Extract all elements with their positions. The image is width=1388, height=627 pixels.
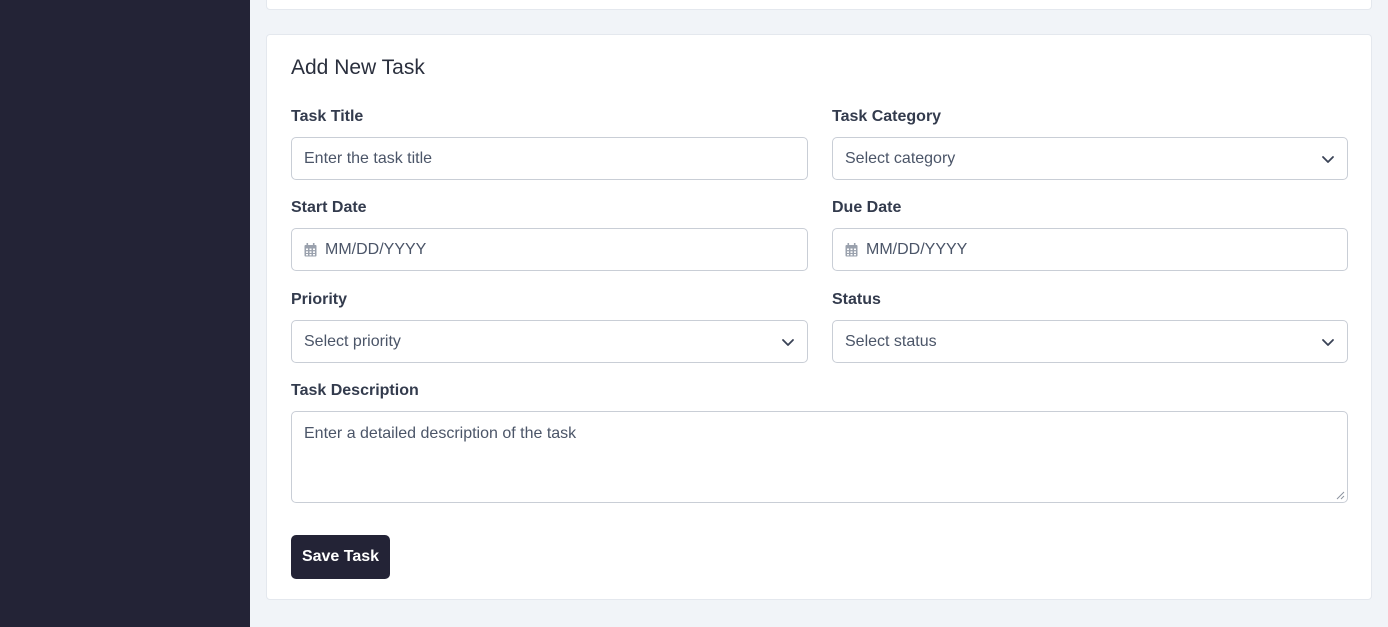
task-title-placeholder: Enter the task title bbox=[304, 149, 433, 167]
add-task-card: Add New Task Task Title Enter the task t… bbox=[266, 34, 1372, 600]
chevron-down-icon bbox=[782, 339, 794, 346]
priority-value: Select priority bbox=[304, 332, 401, 350]
task-category-select[interactable]: Select category bbox=[832, 137, 1348, 180]
task-category-value: Select category bbox=[845, 149, 956, 167]
priority-label: Priority bbox=[291, 291, 348, 308]
status-label: Status bbox=[832, 291, 881, 308]
previous-card bbox=[266, 0, 1372, 10]
calendar-icon bbox=[845, 242, 858, 256]
task-description-textarea[interactable]: Enter a detailed description of the task bbox=[291, 411, 1348, 503]
main-content: Add New Task Task Title Enter the task t… bbox=[250, 0, 1388, 627]
start-date-placeholder: MM/DD/YYYY bbox=[325, 240, 427, 258]
task-description-placeholder: Enter a detailed description of the task bbox=[304, 425, 577, 442]
due-date-label: Due Date bbox=[832, 199, 902, 216]
resize-handle-icon[interactable] bbox=[1336, 491, 1345, 500]
start-date-input[interactable]: MM/DD/YYYY bbox=[291, 228, 808, 271]
chevron-down-icon bbox=[1322, 156, 1334, 163]
sidebar bbox=[0, 0, 250, 627]
start-date-label: Start Date bbox=[291, 199, 367, 216]
task-title-input[interactable]: Enter the task title bbox=[291, 137, 808, 180]
card-title: Add New Task bbox=[291, 56, 425, 79]
status-select[interactable]: Select status bbox=[832, 320, 1348, 363]
due-date-input[interactable]: MM/DD/YYYY bbox=[832, 228, 1348, 271]
calendar-icon bbox=[304, 242, 317, 256]
priority-select[interactable]: Select priority bbox=[291, 320, 808, 363]
status-value: Select status bbox=[845, 332, 937, 350]
task-title-label: Task Title bbox=[291, 108, 364, 125]
save-task-button[interactable]: Save Task bbox=[291, 535, 390, 579]
due-date-placeholder: MM/DD/YYYY bbox=[866, 240, 968, 258]
chevron-down-icon bbox=[1322, 339, 1334, 346]
task-description-label: Task Description bbox=[291, 382, 419, 399]
task-category-label: Task Category bbox=[832, 108, 942, 125]
